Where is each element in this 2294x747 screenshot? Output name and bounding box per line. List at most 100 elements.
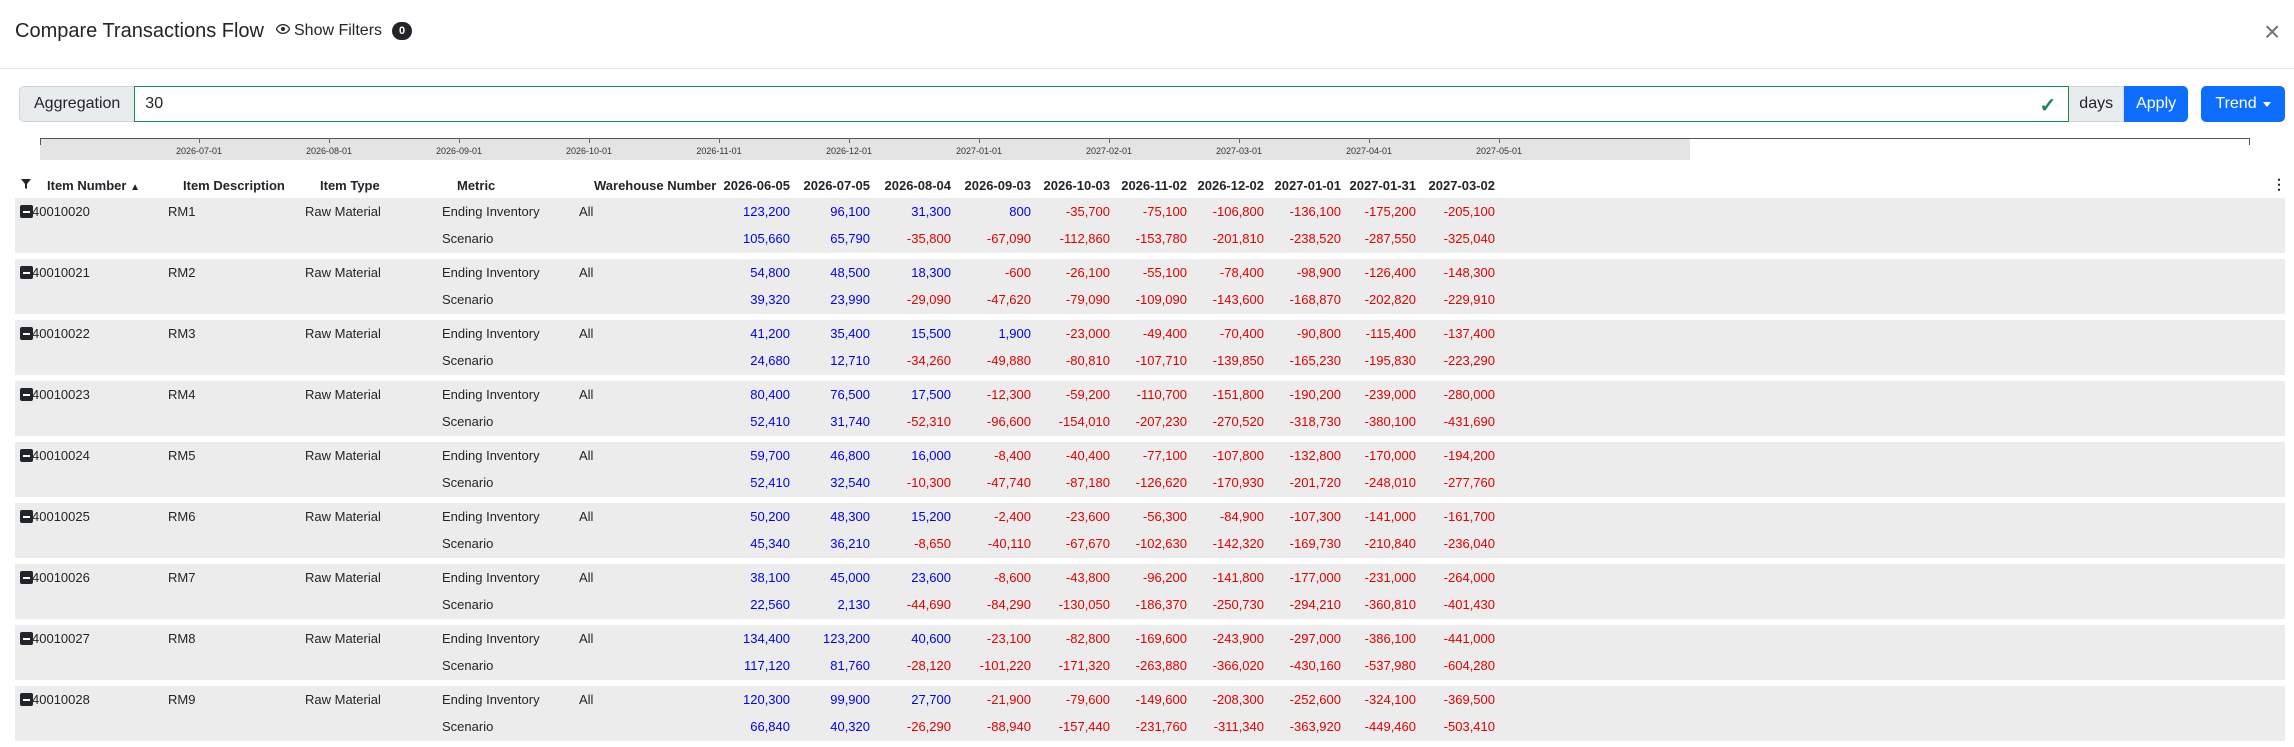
item-description-cell: RM8 — [168, 631, 196, 646]
value-cell: 52,410 — [750, 475, 790, 490]
table-row-group: 40010020 RM1 Raw Material Ending Inventory S… — [15, 198, 2285, 253]
timeline-tick-label: 2027-05-01 — [1475, 146, 1523, 156]
value-cell: -205,100 — [1443, 204, 1495, 219]
value-cell: -324,100 — [1364, 692, 1416, 707]
item-type-cell: Raw Material — [305, 265, 381, 280]
value-cell: -21,900 — [986, 692, 1031, 707]
metric-cell: Scenario — [442, 231, 494, 246]
value-cell: -29,090 — [906, 292, 951, 307]
col-item-type[interactable]: Item Type — [320, 178, 380, 193]
value-cell: -380,100 — [1364, 414, 1416, 429]
table-row-group: 40010026 RM7 Raw Material Ending Inventory S… — [15, 564, 2285, 619]
col-date[interactable]: 2027-01-01 — [1275, 178, 1342, 193]
value-cell: -78,400 — [1219, 265, 1264, 280]
value-cell: -177,000 — [1289, 570, 1341, 585]
value-cell: -280,000 — [1443, 387, 1495, 402]
value-cell: -161,700 — [1443, 509, 1495, 524]
col-date[interactable]: 2026-12-02 — [1198, 178, 1265, 193]
value-cell: -431,690 — [1443, 414, 1495, 429]
value-cell: -168,870 — [1289, 292, 1341, 307]
value-cell: -26,290 — [906, 719, 951, 734]
item-number-cell: 40010021 — [32, 265, 90, 280]
item-type-cell: Raw Material — [305, 631, 381, 646]
timeline-tick — [1499, 138, 1500, 143]
value-cell: 123,200 — [743, 204, 790, 219]
item-number-cell: 40010027 — [32, 631, 90, 646]
value-cell: 12,710 — [830, 353, 870, 368]
modal-header: Compare Transactions Flow Show Filters 0… — [0, 0, 2294, 69]
value-cell: 48,500 — [830, 265, 870, 280]
days-unit-label: days — [2069, 86, 2125, 122]
kebab-menu-icon[interactable]: ⋮ — [2272, 176, 2286, 193]
value-cell: -40,400 — [1065, 448, 1110, 463]
item-number-cell: 40010024 — [32, 448, 90, 463]
value-cell: -143,600 — [1212, 292, 1264, 307]
filter-icon[interactable] — [21, 177, 31, 192]
col-date[interactable]: 2026-11-02 — [1121, 178, 1187, 193]
value-cell: -96,200 — [1142, 570, 1187, 585]
warehouse-cell: All — [579, 265, 594, 280]
metric-cell: Scenario — [442, 597, 494, 612]
value-cell: -56,300 — [1142, 509, 1187, 524]
value-cell: -165,230 — [1289, 353, 1341, 368]
value-cell: -369,500 — [1443, 692, 1495, 707]
timeline-tick — [1239, 138, 1240, 143]
value-cell: 48,300 — [830, 509, 870, 524]
value-cell: 105,660 — [743, 231, 790, 246]
value-cell: 46,800 — [830, 448, 870, 463]
metric-cell: Ending Inventory — [442, 204, 540, 219]
value-cell: -297,000 — [1289, 631, 1341, 646]
col-date[interactable]: 2027-03-02 — [1429, 178, 1496, 193]
value-cell: -151,800 — [1212, 387, 1264, 402]
timeline-brush[interactable]: 2026-07-01 2026-08-01 2026-09-01 2026-10-01… — [40, 138, 2250, 160]
close-icon[interactable]: × — [2264, 18, 2280, 46]
table-row-group: 40010021 RM2 Raw Material Ending Inventory S… — [15, 259, 2285, 314]
value-cell: -141,000 — [1364, 509, 1416, 524]
caret-down-icon — [2262, 101, 2271, 107]
transactions-table: Item Number ▲ Item Description Item Type… — [15, 172, 2286, 747]
value-cell: -231,760 — [1135, 719, 1187, 734]
eye-icon — [275, 22, 291, 40]
warehouse-cell: All — [579, 570, 594, 585]
col-warehouse-number[interactable]: Warehouse Number — [594, 178, 716, 193]
show-filters-toggle[interactable]: Show Filters 0 — [275, 22, 413, 40]
col-date[interactable]: 2026-07-05 — [804, 178, 871, 193]
value-cell: -231,000 — [1364, 570, 1416, 585]
value-cell: -186,370 — [1135, 597, 1187, 612]
col-item-number[interactable]: Item Number ▲ — [47, 178, 140, 193]
value-cell: -363,920 — [1289, 719, 1341, 734]
filters-count-badge: 0 — [392, 22, 413, 40]
item-description-cell: RM1 — [168, 204, 196, 219]
col-date[interactable]: 2026-06-05 — [724, 178, 791, 193]
col-item-description[interactable]: Item Description — [183, 178, 285, 193]
col-date[interactable]: 2027-01-31 — [1350, 178, 1417, 193]
timeline-tick-label: 2026-09-01 — [435, 146, 483, 156]
value-cell: -59,200 — [1065, 387, 1110, 402]
value-cell: 80,400 — [750, 387, 790, 402]
trend-dropdown-button[interactable]: Trend — [2201, 86, 2285, 122]
col-date[interactable]: 2026-10-03 — [1044, 178, 1111, 193]
warehouse-cell: All — [579, 387, 594, 402]
warehouse-cell: All — [579, 631, 594, 646]
value-cell: -8,650 — [914, 536, 951, 551]
aggregation-input[interactable]: 30 ✓ — [134, 86, 2070, 122]
item-type-cell: Raw Material — [305, 326, 381, 341]
apply-button[interactable]: Apply — [2124, 86, 2189, 122]
value-cell: 39,320 — [750, 292, 790, 307]
metric-cell: Ending Inventory — [442, 509, 540, 524]
sort-asc-icon: ▲ — [130, 182, 140, 193]
item-type-cell: Raw Material — [305, 570, 381, 585]
value-cell: -208,300 — [1212, 692, 1264, 707]
col-date[interactable]: 2026-09-03 — [965, 178, 1032, 193]
value-cell: -210,840 — [1364, 536, 1416, 551]
metric-cell: Ending Inventory — [442, 387, 540, 402]
value-cell: 65,790 — [830, 231, 870, 246]
value-cell: -79,600 — [1065, 692, 1110, 707]
table-header-row: Item Number ▲ Item Description Item Type… — [15, 172, 2286, 198]
item-number-cell: 40010022 — [32, 326, 90, 341]
col-date[interactable]: 2026-08-04 — [885, 178, 952, 193]
item-type-cell: Raw Material — [305, 509, 381, 524]
value-cell: 22,560 — [750, 597, 790, 612]
value-cell: -325,040 — [1443, 231, 1495, 246]
col-metric[interactable]: Metric — [457, 178, 495, 193]
